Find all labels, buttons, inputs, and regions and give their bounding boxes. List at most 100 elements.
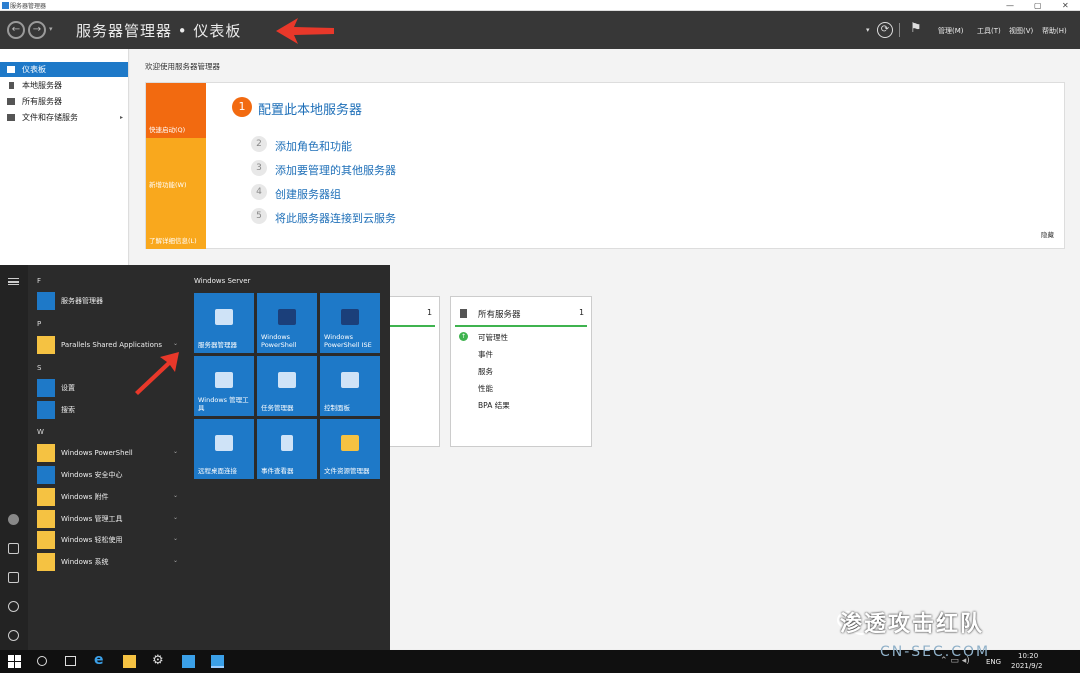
app-accessories[interactable]: Windows 附件 bbox=[37, 487, 108, 506]
sidebar-item-label: 所有服务器 bbox=[22, 97, 62, 106]
user-avatar[interactable] bbox=[8, 514, 19, 525]
tile-task-manager[interactable]: 任务管理器 bbox=[257, 356, 317, 416]
app-label: Parallels Shared Applications bbox=[61, 340, 163, 349]
page-title: 服务器管理器 • 仪表板 bbox=[76, 22, 242, 40]
quickstart-tab[interactable]: 快速启动(Q) bbox=[146, 83, 206, 138]
sidebar-item-dashboard[interactable]: 仪表板 bbox=[0, 62, 128, 77]
configure-local-server-link[interactable]: 配置此本地服务器 bbox=[258, 99, 362, 118]
menu-view[interactable]: 视图(V) bbox=[1009, 26, 1033, 36]
power-icon[interactable] bbox=[8, 630, 19, 641]
clock-time[interactable]: 10:20 bbox=[1018, 652, 1038, 660]
row-bpa[interactable]: BPA 结果 bbox=[478, 400, 510, 411]
whats-new-tab[interactable]: 新增功能(W) bbox=[146, 138, 206, 193]
refresh-icon[interactable]: ⟳ bbox=[877, 22, 893, 38]
row-events[interactable]: 事件 bbox=[478, 349, 493, 360]
remote-desktop-icon[interactable] bbox=[182, 655, 195, 668]
sidebar-item-label: 本地服务器 bbox=[22, 81, 62, 90]
sidebar-item-local-server[interactable]: 本地服务器 bbox=[0, 78, 128, 93]
tile-powershell[interactable]: Windows PowerShell bbox=[257, 293, 317, 353]
add-roles-link[interactable]: 添加角色和功能 bbox=[275, 138, 352, 154]
app-admin-tools[interactable]: Windows 管理工具 bbox=[37, 509, 122, 528]
tile-powershell-ise[interactable]: Windows PowerShell ISE bbox=[320, 293, 380, 353]
chevron-down-icon: ⌄ bbox=[173, 340, 179, 347]
server-card-all[interactable]: 所有服务器 1 ↑ 可管理性 事件 服务 性能 BPA 结果 bbox=[450, 296, 592, 447]
letter-header[interactable]: W bbox=[37, 428, 44, 436]
sidebar-item-file-storage[interactable]: 文件和存储服务 ▸ bbox=[0, 110, 128, 125]
flag-icon[interactable]: ⚑ bbox=[910, 21, 922, 36]
annotation-arrow-title bbox=[276, 18, 334, 44]
nav-dropdown-icon[interactable]: ▾ bbox=[49, 25, 53, 33]
tile-admin-tools[interactable]: Windows 管理工具 bbox=[194, 356, 254, 416]
task-view-icon[interactable] bbox=[65, 656, 76, 666]
gear-icon bbox=[37, 378, 55, 397]
learn-more-tab[interactable]: 了解详细信息(L) bbox=[146, 193, 206, 249]
sidebar: 仪表板 本地服务器 所有服务器 文件和存储服务 ▸ bbox=[0, 49, 129, 265]
clock-date[interactable]: 2021/9/2 bbox=[1011, 662, 1042, 670]
pictures-icon[interactable] bbox=[8, 572, 19, 583]
server-manager-taskbar-icon[interactable] bbox=[211, 655, 224, 668]
tile-remote-desktop[interactable]: 远程桌面连接 bbox=[194, 419, 254, 479]
chevron-down-icon: ⌄ bbox=[173, 514, 179, 521]
start-menu-rail bbox=[0, 265, 28, 650]
tile-file-explorer[interactable]: 文件资源管理器 bbox=[320, 419, 380, 479]
documents-icon[interactable] bbox=[8, 543, 19, 554]
maximize-button[interactable]: ▢ bbox=[1034, 0, 1042, 11]
minimize-button[interactable]: — bbox=[1006, 0, 1014, 11]
shield-icon bbox=[37, 465, 55, 484]
row-performance[interactable]: 性能 bbox=[478, 383, 493, 394]
app-system[interactable]: Windows 系统 bbox=[37, 552, 108, 571]
app-ease-of-access[interactable]: Windows 轻松使用 bbox=[37, 530, 122, 549]
letter-header[interactable]: F bbox=[37, 277, 41, 285]
step-number: 5 bbox=[251, 208, 267, 224]
step-number-primary: 1 bbox=[232, 97, 252, 117]
sidebar-item-all-servers[interactable]: 所有服务器 bbox=[0, 94, 128, 109]
settings-gear-icon[interactable] bbox=[8, 601, 19, 612]
app-server-manager[interactable]: 服务器管理器 bbox=[37, 291, 103, 310]
app-label: 搜索 bbox=[61, 405, 75, 414]
letter-header[interactable]: S bbox=[37, 364, 41, 372]
row-manageability[interactable]: 可管理性 bbox=[478, 332, 508, 343]
hide-link[interactable]: 隐藏 bbox=[1041, 229, 1054, 239]
forward-button[interactable]: → bbox=[28, 21, 46, 39]
back-button[interactable]: ← bbox=[7, 21, 25, 39]
server-manager-app-icon bbox=[2, 2, 9, 9]
app-security-center[interactable]: Windows 安全中心 bbox=[37, 465, 122, 484]
admin-tools-icon bbox=[215, 372, 233, 388]
chevron-down-icon: ⌄ bbox=[173, 492, 179, 499]
file-explorer-icon[interactable] bbox=[123, 655, 136, 668]
file-explorer-icon bbox=[341, 435, 359, 451]
tile-control-panel[interactable]: 控制面板 bbox=[320, 356, 380, 416]
card-title: 所有服务器 bbox=[478, 310, 521, 320]
connect-cloud-link[interactable]: 将此服务器连接到云服务 bbox=[275, 210, 396, 226]
server-card-local[interactable]: 1 bbox=[388, 296, 440, 447]
search-icon[interactable] bbox=[37, 656, 47, 666]
settings-gear-icon[interactable]: ⚙ bbox=[152, 653, 165, 668]
history-dropdown-icon[interactable]: ▾ bbox=[866, 26, 870, 34]
ie-browser-icon[interactable]: e bbox=[94, 652, 107, 668]
app-header: ← → ▾ 服务器管理器 • 仪表板 ▾ ⟳ ⚑ 管理(M) 工具(T) 视图(… bbox=[0, 11, 1080, 49]
app-settings[interactable]: 设置 bbox=[37, 378, 75, 397]
tile-event-viewer[interactable]: 事件查看器 bbox=[257, 419, 317, 479]
windows-start-icon[interactable] bbox=[8, 655, 21, 668]
server-icon bbox=[9, 82, 14, 89]
close-button[interactable]: ✕ bbox=[1062, 0, 1069, 11]
watermark-subtext: CN-SEC.COM bbox=[880, 644, 991, 660]
menu-tools[interactable]: 工具(T) bbox=[977, 26, 1001, 36]
menu-help[interactable]: 帮助(H) bbox=[1042, 26, 1067, 36]
powershell-icon bbox=[278, 309, 296, 325]
server-count: 1 bbox=[427, 308, 433, 317]
app-search[interactable]: 搜索 bbox=[37, 400, 75, 419]
app-label: Windows 管理工具 bbox=[61, 514, 123, 523]
letter-header[interactable]: P bbox=[37, 320, 41, 328]
app-label: Windows PowerShell bbox=[61, 448, 133, 457]
row-services[interactable]: 服务 bbox=[478, 366, 493, 377]
app-powershell[interactable]: Windows PowerShell bbox=[37, 443, 133, 462]
chevron-right-icon: ▸ bbox=[120, 114, 124, 121]
add-servers-link[interactable]: 添加要管理的其他服务器 bbox=[275, 162, 396, 178]
menu-manage[interactable]: 管理(M) bbox=[938, 26, 964, 36]
folder-icon bbox=[37, 552, 55, 571]
header-divider bbox=[899, 23, 900, 37]
storage-icon bbox=[7, 114, 15, 121]
tile-server-manager[interactable]: 服务器管理器 bbox=[194, 293, 254, 353]
create-server-group-link[interactable]: 创建服务器组 bbox=[275, 186, 341, 202]
